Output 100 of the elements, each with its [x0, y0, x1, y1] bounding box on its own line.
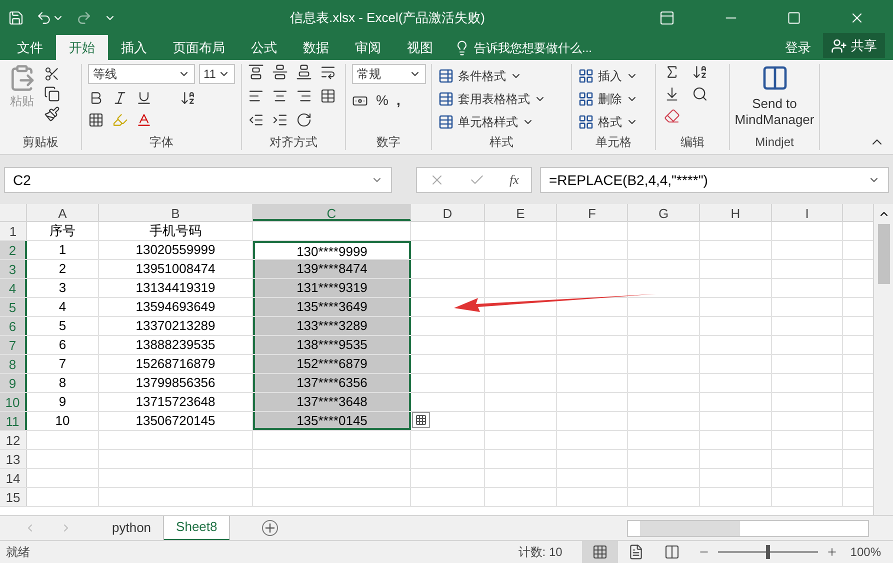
outdent-icon[interactable]	[248, 112, 264, 128]
format-painter-icon[interactable]	[44, 106, 60, 122]
align-bottom-icon[interactable]	[296, 64, 312, 80]
align-right-icon[interactable]	[296, 88, 312, 104]
row-header[interactable]: 2	[0, 241, 27, 259]
wrap-text-icon[interactable]	[320, 64, 336, 80]
ribbon-tab[interactable]: 视图	[394, 35, 446, 60]
table-style-icon[interactable]	[438, 114, 454, 130]
column-header[interactable]: E	[485, 204, 557, 221]
ribbon-tab[interactable]: 开始	[56, 35, 108, 60]
search-icon[interactable]	[692, 86, 708, 102]
styles-menu-button[interactable]: 条件格式	[458, 66, 506, 84]
row-header[interactable]: 9	[0, 374, 27, 392]
align-left-icon[interactable]	[248, 88, 264, 104]
cells-menu-button[interactable]: 插入	[598, 66, 622, 84]
ribbon-tab[interactable]: 审阅	[342, 35, 394, 60]
styles-menu-button[interactable]: 套用表格格式	[458, 90, 530, 108]
name-box[interactable]: C2	[4, 167, 392, 193]
ribbon-tab[interactable]: 插入	[108, 35, 160, 60]
cells-grid-icon[interactable]	[578, 68, 594, 84]
underline-icon[interactable]	[136, 90, 152, 106]
scroll-thumb[interactable]	[878, 224, 890, 284]
row-header[interactable]: 10	[0, 393, 27, 411]
row-header[interactable]: 3	[0, 260, 27, 278]
row-header[interactable]: 6	[0, 317, 27, 335]
row-header[interactable]: 7	[0, 336, 27, 354]
new-sheet-icon[interactable]	[262, 520, 278, 536]
row-header[interactable]: 11	[0, 412, 27, 430]
styles-menu-button[interactable]: 单元格样式	[458, 112, 518, 130]
font-size-field[interactable]: 11	[198, 64, 235, 84]
cells-menu-button[interactable]: 格式	[598, 112, 622, 130]
number-format-field[interactable]: 常规	[352, 64, 426, 84]
row-header[interactable]: 5	[0, 298, 27, 316]
column-header[interactable]: A	[27, 204, 99, 221]
cells-menu-button[interactable]: 删除	[598, 90, 622, 108]
zoom-thumb[interactable]	[766, 545, 770, 559]
undo-icon[interactable]	[36, 10, 52, 26]
formula-field[interactable]: =REPLACE(B2,4,4,"****")	[540, 167, 889, 193]
ribbon-display-icon[interactable]	[659, 10, 675, 26]
copy-icon[interactable]	[44, 86, 60, 102]
row-header[interactable]: 1	[0, 222, 27, 240]
horizontal-scrollbar[interactable]	[627, 520, 869, 536]
indent-icon[interactable]	[272, 112, 288, 128]
percent-button[interactable]: %	[376, 90, 388, 111]
send-to-mindmanager-button[interactable]: Send to MindManager	[734, 64, 815, 128]
zoom-in-icon[interactable]	[826, 546, 838, 558]
column-header[interactable]: I	[772, 204, 843, 221]
fill-color-icon[interactable]	[112, 112, 128, 128]
row-header[interactable]: 15	[0, 488, 27, 506]
sheet-tab[interactable]: Sheet8	[164, 516, 230, 540]
quick-analysis-icon[interactable]	[412, 412, 430, 428]
maximize-icon[interactable]	[787, 10, 801, 24]
align-center-icon[interactable]	[272, 88, 288, 104]
row-header[interactable]: 8	[0, 355, 27, 373]
column-header[interactable]: H	[700, 204, 772, 221]
comma-button[interactable]: ,	[396, 90, 400, 111]
ribbon-tab[interactable]: 公式	[238, 35, 290, 60]
zoom-slider[interactable]	[718, 545, 818, 559]
align-middle-icon[interactable]	[272, 64, 288, 80]
page-layout-icon[interactable]	[628, 544, 644, 560]
row-header[interactable]: 13	[0, 450, 27, 468]
font-name-field[interactable]: 等线	[88, 64, 194, 84]
function-icon[interactable]: fx	[510, 170, 519, 190]
table-style-icon[interactable]	[438, 90, 454, 106]
column-header[interactable]: F	[557, 204, 628, 221]
merge-icon[interactable]	[320, 88, 336, 104]
cells-grid-icon[interactable]	[578, 90, 594, 106]
ribbon-tab[interactable]: 数据	[290, 35, 342, 60]
table-style-icon[interactable]	[438, 68, 454, 84]
row-header[interactable]: 14	[0, 469, 27, 487]
orientation-icon[interactable]	[296, 112, 312, 128]
table-cell: 13888239535	[136, 337, 216, 352]
normal-view-icon[interactable]	[592, 544, 608, 560]
borders-icon[interactable]	[88, 112, 104, 128]
column-header[interactable]: G	[628, 204, 700, 221]
column-header[interactable]: C	[253, 204, 411, 221]
row-header[interactable]: 4	[0, 279, 27, 297]
cells-grid-icon[interactable]	[578, 114, 594, 130]
save-icon[interactable]	[8, 10, 24, 26]
table-cell: 138****9535	[296, 337, 368, 352]
table-cell: 13594693649	[136, 299, 216, 314]
tell-me-field[interactable]: 告诉我您想要做什么...	[474, 38, 592, 56]
eraser-icon[interactable]	[664, 108, 680, 124]
ribbon-tab[interactable]: 页面布局	[160, 35, 238, 60]
page-break-icon[interactable]	[664, 544, 680, 560]
table-cell: 13715723648	[136, 394, 216, 409]
share-button[interactable]: 共享	[823, 33, 885, 58]
italic-icon[interactable]	[112, 90, 128, 106]
sign-in-link[interactable]: 登录	[773, 35, 823, 60]
align-top-icon[interactable]	[248, 64, 264, 80]
vertical-scrollbar[interactable]	[873, 204, 893, 515]
cut-icon[interactable]	[44, 66, 60, 82]
font-color-icon[interactable]	[136, 112, 152, 128]
ribbon-tab[interactable]: 文件	[4, 35, 56, 60]
group-label: 单元格	[594, 134, 632, 150]
zoom-level[interactable]: 100%	[850, 543, 881, 561]
column-header[interactable]: D	[411, 204, 485, 221]
row-header[interactable]: 12	[0, 431, 27, 449]
sort-icon[interactable]	[692, 64, 708, 80]
fill-icon[interactable]	[664, 86, 680, 102]
